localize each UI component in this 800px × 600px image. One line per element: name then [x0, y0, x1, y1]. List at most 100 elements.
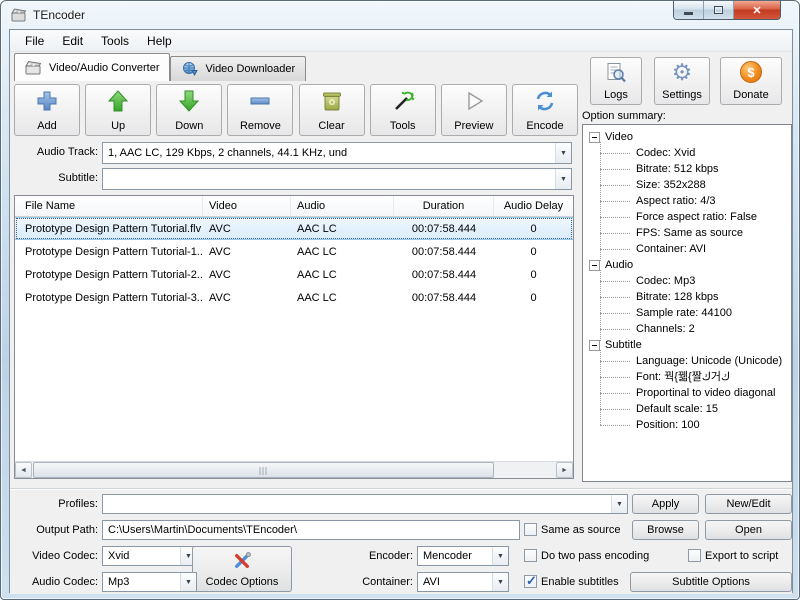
audio-track-label: Audio Track: — [10, 146, 98, 158]
table-row[interactable]: Prototype Design Pattern Tutorial-3... A… — [15, 286, 573, 309]
column-header-duration[interactable]: Duration — [394, 196, 494, 216]
settings-button[interactable]: ⚙ Settings — [654, 57, 710, 105]
output-path-input[interactable] — [102, 520, 520, 540]
preview-button-label: Preview — [454, 120, 493, 132]
subtitle-options-button[interactable]: Subtitle Options — [630, 572, 792, 592]
video-codec-value: Xvid — [103, 550, 180, 562]
close-icon: ✕ — [752, 4, 761, 17]
subtitle-select[interactable]: ▼ — [102, 168, 572, 190]
dollar-coin-icon: $ — [740, 61, 762, 83]
codec-options-button[interactable]: Codec Options — [192, 546, 292, 592]
scroll-right-button[interactable]: ► — [556, 462, 573, 478]
minus-icon — [248, 89, 272, 116]
trash-bin-icon — [320, 89, 344, 116]
cell-file-name: Prototype Design Pattern Tutorial-1... — [15, 246, 203, 258]
menu-edit[interactable]: Edit — [53, 32, 92, 50]
video-codec-label: Video Codec: — [10, 550, 98, 562]
cell-video: AVC — [203, 292, 291, 304]
cell-video: AVC — [203, 246, 291, 258]
minimize-icon — [684, 12, 693, 15]
output-path-label: Output Path: — [10, 524, 98, 536]
menu-tools[interactable]: Tools — [92, 32, 138, 50]
encoder-select[interactable]: Mencoder ▼ — [417, 546, 509, 566]
window-title: TEncoder — [33, 8, 85, 22]
cell-duration: 00:07:58.444 — [394, 223, 494, 235]
tree-node-audio[interactable]: Audio — [589, 257, 789, 273]
two-pass-label: Do two pass encoding — [541, 550, 649, 562]
tools-button[interactable]: Tools — [370, 84, 436, 136]
chevron-down-icon: ▼ — [180, 573, 196, 591]
encode-button[interactable]: Encode — [512, 84, 578, 136]
table-row[interactable]: Prototype Design Pattern Tutorial-2... A… — [15, 263, 573, 286]
horizontal-scrollbar[interactable]: ◄ ► — [15, 461, 573, 478]
menu-help[interactable]: Help — [138, 32, 181, 50]
gear-icon: ⚙ — [672, 61, 693, 83]
donate-button-label: Donate — [733, 89, 768, 101]
video-codec-select[interactable]: Xvid ▼ — [102, 546, 197, 566]
chevron-down-icon: ▼ — [492, 573, 508, 591]
remove-button[interactable]: Remove — [227, 84, 293, 136]
tree-leaf: Position: 100 — [600, 417, 789, 433]
scrollbar-grip-icon — [259, 467, 268, 475]
collapse-icon[interactable] — [589, 340, 600, 351]
export-script-checkbox[interactable] — [688, 549, 701, 562]
audio-codec-label: Audio Codec: — [10, 576, 98, 588]
column-header-audio[interactable]: Audio — [291, 196, 394, 216]
tree-node-subtitle[interactable]: Subtitle — [589, 337, 789, 353]
cell-video: AVC — [203, 223, 291, 235]
file-list-header: File Name Video Audio Duration Audio Del… — [15, 196, 573, 217]
tree-node-video[interactable]: Video — [589, 129, 789, 145]
audio-track-value: 1, AAC LC, 129 Kbps, 2 channels, 44.1 KH… — [103, 147, 555, 159]
collapse-icon[interactable] — [589, 260, 600, 271]
table-row[interactable]: Prototype Design Pattern Tutorial.flv AV… — [15, 217, 573, 240]
tree-leaf: Default scale: 15 — [600, 401, 789, 417]
encoder-label: Encoder: — [313, 550, 413, 562]
browse-button[interactable]: Browse — [632, 520, 699, 540]
same-as-source-checkbox[interactable] — [524, 523, 537, 536]
minimize-button[interactable] — [674, 1, 704, 19]
preview-button[interactable]: Preview — [441, 84, 507, 136]
close-button[interactable]: ✕ — [734, 1, 780, 19]
audio-track-select[interactable]: 1, AAC LC, 129 Kbps, 2 channels, 44.1 KH… — [102, 142, 572, 164]
tree-leaf: Codec: Xvid — [600, 145, 789, 161]
down-button[interactable]: Down — [156, 84, 222, 136]
tree-group-audio: Audio Codec: Mp3 Bitrate: 128 kbps Sampl… — [589, 257, 789, 337]
container-select[interactable]: AVI ▼ — [417, 572, 509, 592]
menu-file[interactable]: File — [16, 32, 53, 50]
up-button[interactable]: Up — [85, 84, 151, 136]
tree-node-label: Subtitle — [605, 339, 642, 351]
enable-subtitles-checkbox[interactable] — [524, 575, 537, 588]
tree-leaf: Container: AVI — [600, 241, 789, 257]
apply-button[interactable]: Apply — [632, 494, 699, 514]
logs-button[interactable]: Logs — [590, 57, 642, 105]
clear-button[interactable]: Clear — [299, 84, 365, 136]
add-button[interactable]: Add — [14, 84, 80, 136]
profiles-select[interactable]: ▼ — [102, 494, 628, 514]
cell-audio: AAC LC — [291, 246, 394, 258]
audio-codec-select[interactable]: Mp3 ▼ — [102, 572, 197, 592]
maximize-button[interactable] — [704, 1, 734, 19]
cell-duration: 00:07:58.444 — [394, 269, 494, 281]
chevron-down-icon: ▼ — [611, 495, 627, 513]
export-script-label: Export to script — [705, 550, 778, 562]
tab-video-audio-converter[interactable]: Video/Audio Converter — [14, 53, 170, 81]
logs-button-label: Logs — [604, 89, 628, 101]
donate-button[interactable]: $ Donate — [720, 57, 782, 105]
app-icon — [11, 7, 27, 23]
column-header-file-name[interactable]: File Name — [15, 196, 203, 216]
tab-video-downloader[interactable]: Video Downloader — [170, 56, 306, 81]
title-bar[interactable]: TEncoder ✕ — [1, 1, 799, 29]
settings-button-label: Settings — [662, 89, 702, 101]
table-row[interactable]: Prototype Design Pattern Tutorial-1... A… — [15, 240, 573, 263]
new-edit-button[interactable]: New/Edit — [705, 494, 792, 514]
scroll-left-button[interactable]: ◄ — [15, 462, 32, 478]
dollar-sign: $ — [747, 65, 754, 80]
column-header-video[interactable]: Video — [203, 196, 291, 216]
column-header-audio-delay[interactable]: Audio Delay — [494, 196, 573, 216]
two-pass-checkbox[interactable] — [524, 549, 537, 562]
collapse-icon[interactable] — [589, 132, 600, 143]
open-button[interactable]: Open — [705, 520, 792, 540]
scrollbar-track[interactable] — [32, 462, 556, 478]
tree-group-subtitle: Subtitle Language: Unicode (Unicode) Fon… — [589, 337, 789, 433]
scrollbar-thumb[interactable] — [33, 462, 494, 478]
